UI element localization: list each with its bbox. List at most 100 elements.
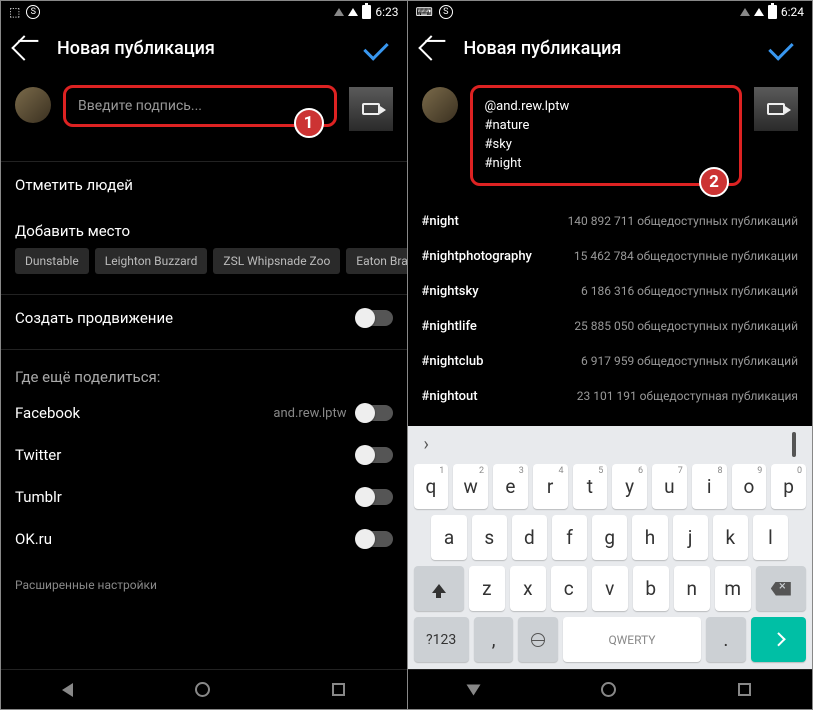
soft-keyboard: › q1w2e3r4t5y6u7i8o9p0 asdfghjkl zxcvbnm… [408, 426, 813, 669]
nav-back-icon[interactable] [467, 684, 481, 695]
space-key[interactable]: QWERTY [563, 617, 701, 662]
tag-people-row[interactable]: Отметить людей [1, 162, 407, 208]
key-x[interactable]: x [510, 566, 546, 611]
location-chip[interactable]: Eaton Bray [346, 248, 406, 274]
backspace-icon [771, 582, 791, 596]
key-e[interactable]: e3 [493, 464, 528, 509]
key-a[interactable]: a [431, 515, 466, 560]
confirm-icon[interactable] [768, 35, 793, 60]
location-chip[interactable]: ZSL Whipsnade Zoo [213, 248, 340, 274]
share-facebook: Facebook and.rew.lptw [1, 392, 407, 434]
key-t[interactable]: t5 [573, 464, 608, 509]
app-header: Новая публикация [1, 23, 407, 73]
suggestion-row[interactable]: #night140 892 711 общедоступных публикац… [408, 204, 813, 239]
status-time: 6:23 [375, 5, 398, 19]
globe-icon [531, 633, 545, 647]
hashtag-suggestions: #night140 892 711 общедоступных публикац… [408, 198, 813, 426]
mic-icon[interactable] [792, 434, 796, 455]
location-chip[interactable]: Leighton Buzzard [95, 248, 208, 274]
caption-row: @and.rew.lptw #nature #sky #night 2 [408, 73, 813, 198]
confirm-icon[interactable] [363, 35, 388, 60]
keyboard-row-2: asdfghjkl [412, 512, 809, 563]
keyboard-row-4: ?123 , QWERTY . [412, 614, 809, 665]
back-icon[interactable] [418, 35, 443, 60]
key-j[interactable]: j [673, 515, 708, 560]
media-thumbnail[interactable] [754, 87, 798, 131]
nav-home-icon[interactable] [601, 682, 616, 697]
comma-key[interactable]: , [474, 617, 514, 662]
suggestion-row[interactable]: #nightphotography15 462 784 общедоступны… [408, 239, 813, 274]
tumblr-toggle[interactable] [357, 489, 393, 505]
keyboard-status-icon: ⌨ [416, 5, 433, 19]
okru-toggle[interactable] [357, 531, 393, 547]
wifi-icon [334, 8, 344, 16]
key-o[interactable]: o9 [732, 464, 767, 509]
key-b[interactable]: b [633, 566, 669, 611]
key-u[interactable]: u7 [652, 464, 687, 509]
add-location-row[interactable]: Добавить место [1, 208, 407, 248]
facebook-toggle[interactable] [357, 405, 393, 421]
key-m[interactable]: m [715, 566, 751, 611]
status-time: 6:24 [781, 5, 804, 19]
key-p[interactable]: p0 [771, 464, 806, 509]
globe-key[interactable] [518, 617, 558, 662]
nav-recent-icon[interactable] [738, 683, 751, 696]
battery-icon [768, 5, 777, 19]
caption-input[interactable]: Введите подпись... 1 [63, 85, 337, 127]
caption-input[interactable]: @and.rew.lptw #nature #sky #night 2 [470, 85, 743, 186]
key-r[interactable]: r4 [533, 464, 568, 509]
shazam-icon: S [439, 5, 453, 19]
key-c[interactable]: c [551, 566, 587, 611]
key-w[interactable]: w2 [453, 464, 488, 509]
key-n[interactable]: n [674, 566, 710, 611]
shift-key[interactable] [414, 566, 464, 611]
key-h[interactable]: h [632, 515, 667, 560]
key-i[interactable]: i8 [692, 464, 727, 509]
key-g[interactable]: g [592, 515, 627, 560]
key-y[interactable]: y6 [612, 464, 647, 509]
key-f[interactable]: f [552, 515, 587, 560]
enter-key[interactable] [751, 617, 806, 662]
key-v[interactable]: v [592, 566, 628, 611]
media-thumbnail[interactable] [349, 87, 393, 131]
period-key[interactable]: . [706, 617, 746, 662]
avatar [15, 87, 51, 123]
symbols-key[interactable]: ?123 [414, 617, 469, 662]
annotation-badge-2: 2 [699, 167, 729, 197]
location-suggestions: Dunstable Leighton Buzzard ZSL Whipsnade… [1, 248, 407, 286]
battery-icon [362, 5, 371, 19]
twitter-toggle[interactable] [357, 447, 393, 463]
signal-icon [754, 8, 764, 16]
android-nav-bar [1, 669, 407, 709]
chevron-right-icon[interactable]: › [424, 434, 429, 455]
suggestion-row[interactable]: #nightout23 101 191 общедоступная публик… [408, 379, 813, 414]
keyboard-toolbar: › [412, 432, 809, 461]
location-chip[interactable]: Dunstable [15, 248, 89, 274]
nav-back-icon[interactable] [62, 683, 73, 697]
backspace-key[interactable] [756, 566, 806, 611]
promote-toggle[interactable] [357, 310, 393, 326]
key-s[interactable]: s [472, 515, 507, 560]
page-title: Новая публикация [464, 38, 747, 59]
nav-home-icon[interactable] [195, 682, 210, 697]
suggestion-row[interactable]: #nightclub6 917 959 общедоступных публик… [408, 344, 813, 379]
key-z[interactable]: z [469, 566, 505, 611]
back-icon[interactable] [11, 35, 36, 60]
key-d[interactable]: d [512, 515, 547, 560]
app-header: Новая публикация [408, 23, 813, 73]
shift-icon [432, 584, 446, 593]
key-k[interactable]: k [713, 515, 748, 560]
keyboard-row-3: zxcvbnm [412, 563, 809, 614]
suggestion-row[interactable]: #nightsky6 186 316 общедоступных публика… [408, 274, 813, 309]
wifi-icon [740, 8, 750, 16]
camera-icon [362, 103, 380, 115]
signal-icon [348, 8, 358, 16]
phone-right: ⌨ S 6:24 Новая публикация @and.rew.lptw … [407, 1, 813, 709]
promote-row[interactable]: Создать продвижение [1, 295, 407, 341]
key-q[interactable]: q1 [414, 464, 449, 509]
status-bar: ⬚ S 6:23 [1, 1, 407, 23]
nav-recent-icon[interactable] [332, 683, 345, 696]
key-l[interactable]: l [753, 515, 788, 560]
suggestion-row[interactable]: #nightlife25 885 050 общедоступных публи… [408, 309, 813, 344]
advanced-settings[interactable]: Расширенные настройки [1, 560, 407, 610]
